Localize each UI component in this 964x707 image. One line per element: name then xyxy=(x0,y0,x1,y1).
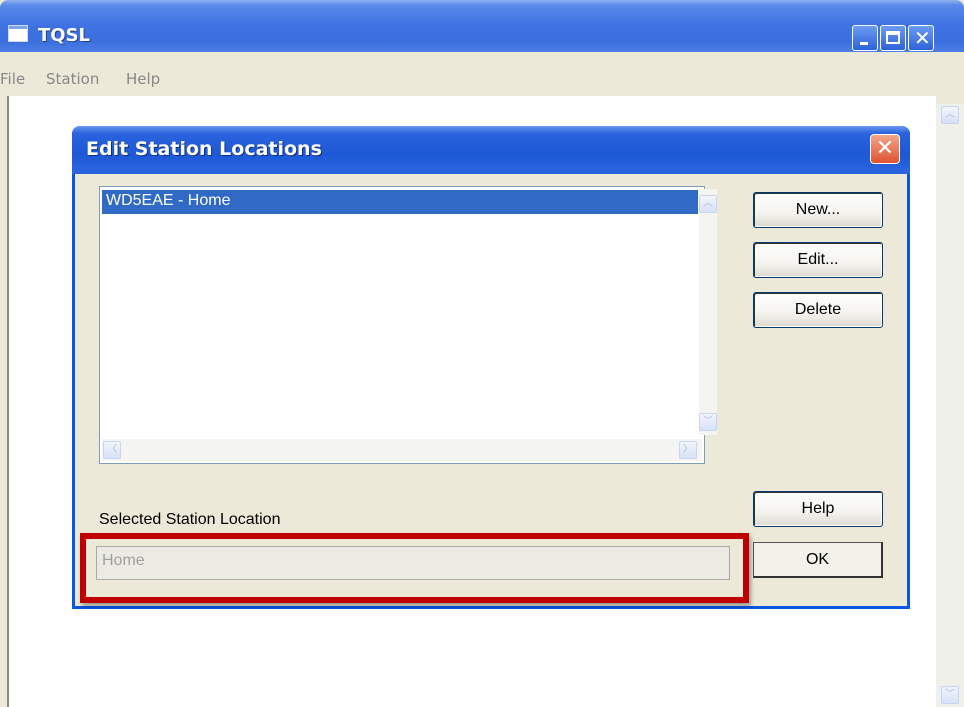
ok-button[interactable]: OK xyxy=(753,542,883,578)
chevron-right-icon[interactable]: 〉 xyxy=(679,441,697,459)
selected-station-location-label: Selected Station Location xyxy=(99,511,281,528)
help-button[interactable]: Help xyxy=(753,491,883,527)
chevron-up-icon[interactable]: ︿ xyxy=(941,106,959,124)
edit-station-locations-dialog: Edit Station Locations ✕ WD5EAE - Home ︿… xyxy=(72,126,910,609)
list-vertical-scrollbar[interactable]: ︿ ﹀ xyxy=(699,189,717,435)
app-icon xyxy=(8,25,28,42)
station-location-list[interactable]: WD5EAE - Home ︿ ﹀ 〈 〉 xyxy=(99,186,717,464)
dialog-title-bar[interactable]: Edit Station Locations ✕ xyxy=(72,126,910,174)
title-bar[interactable]: TQSL ✕ xyxy=(0,0,964,52)
new-button[interactable]: New... xyxy=(753,192,883,228)
window-title: TQSL xyxy=(38,25,91,46)
dialog-close-button[interactable]: ✕ xyxy=(870,134,900,164)
selected-station-location-field[interactable]: Home xyxy=(96,546,730,580)
list-horizontal-scrollbar[interactable]: 〈 〉 xyxy=(102,439,702,461)
minimize-button[interactable] xyxy=(852,25,878,51)
menu-file[interactable]: File xyxy=(0,70,25,88)
menu-station[interactable]: Station xyxy=(46,70,99,88)
minimize-icon xyxy=(860,42,868,45)
close-icon: ✕ xyxy=(875,136,895,161)
chevron-down-icon[interactable]: ﹀ xyxy=(941,686,959,704)
close-icon: ✕ xyxy=(914,26,931,50)
menu-bar: File Station Help xyxy=(0,64,964,94)
list-item[interactable]: WD5EAE - Home xyxy=(102,190,698,214)
delete-button[interactable]: Delete xyxy=(753,292,883,328)
menu-help[interactable]: Help xyxy=(126,70,160,88)
chevron-down-icon[interactable]: ﹀ xyxy=(699,413,717,431)
close-button[interactable]: ✕ xyxy=(908,25,934,51)
maximize-icon xyxy=(886,31,900,44)
maximize-button[interactable] xyxy=(880,25,906,51)
edit-button[interactable]: Edit... xyxy=(753,242,883,278)
chevron-left-icon[interactable]: 〈 xyxy=(103,441,121,459)
main-vertical-scrollbar[interactable]: ︿ ﹀ xyxy=(936,104,964,707)
dialog-title: Edit Station Locations xyxy=(86,138,322,160)
chevron-up-icon[interactable]: ︿ xyxy=(699,195,717,213)
